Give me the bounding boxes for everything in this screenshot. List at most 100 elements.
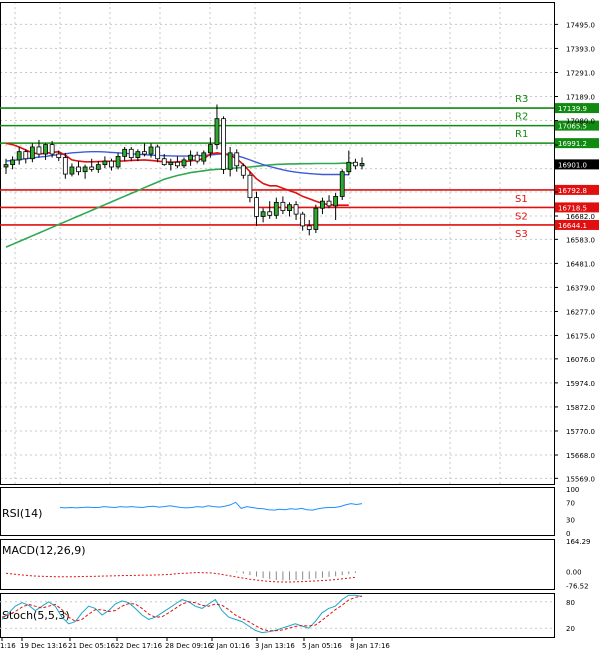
rsi-tick-label: 70 <box>566 499 575 507</box>
candle-body <box>227 152 233 170</box>
candle-body <box>82 166 88 173</box>
grid-layer <box>0 2 554 484</box>
macd-tick-label: -76.52 <box>566 583 589 591</box>
price-tick-label: 16076.0 <box>566 356 595 364</box>
time-tick-label: 5 Jan 05:16 <box>302 642 342 650</box>
candle-body <box>142 151 147 155</box>
candle-body <box>207 144 213 154</box>
stoch-title: Stoch(5,5,3) <box>2 609 70 622</box>
level-price-label: 16718.5 <box>558 204 587 212</box>
candle-body <box>254 197 259 217</box>
candle-body <box>214 118 220 145</box>
candle-body <box>115 155 121 168</box>
candle-body <box>29 146 35 160</box>
candle-body <box>122 148 128 157</box>
panel-frame <box>0 487 555 536</box>
stoch-tick-label: 20 <box>566 625 575 633</box>
price-tick-label: 17291.0 <box>566 69 595 77</box>
level-price-label: 16991.2 <box>558 140 587 148</box>
rsi-line <box>59 501 363 511</box>
candle-body <box>155 146 161 160</box>
time-tick-label: 8 Jan 17:16 <box>350 642 390 650</box>
candle-body <box>43 144 48 155</box>
candle-body <box>221 118 226 170</box>
candle-body <box>148 146 154 155</box>
candle-body <box>194 154 200 162</box>
moving-average-green <box>5 162 356 248</box>
candle-body <box>320 200 325 209</box>
level-name-s1: S1 <box>515 194 528 205</box>
price-tick-label: 15668.0 <box>566 452 595 460</box>
candle-body <box>346 161 352 173</box>
candle-body <box>181 159 187 167</box>
level-name-s3: S3 <box>515 229 528 240</box>
candle-body <box>280 201 286 211</box>
candle-body <box>95 164 101 170</box>
candle-body <box>76 166 81 173</box>
candle-body <box>3 164 9 168</box>
candle-body <box>175 161 180 167</box>
rsi-tick-label: 30 <box>566 517 575 525</box>
time-tick-label: 22 Dec 17:16 <box>115 642 163 650</box>
candle-body <box>313 207 319 230</box>
price-tick-label: 16277.0 <box>566 308 595 316</box>
level-name-s2: S2 <box>515 211 528 222</box>
candle-body <box>333 196 339 207</box>
price-tick-label: 17393.0 <box>566 45 595 53</box>
candle-body <box>353 161 358 167</box>
candle-body <box>49 144 55 155</box>
level-price-label: 16644.1 <box>558 222 587 230</box>
rsi-tick-label: 0 <box>566 530 570 538</box>
time-tick-label: 19 Dec 13:16 <box>20 642 68 650</box>
candle-body <box>102 160 108 166</box>
candle-body <box>89 166 95 170</box>
candle-body <box>161 158 167 166</box>
candle-body <box>135 151 141 158</box>
price-tick-label: 16481.0 <box>566 260 595 268</box>
candle-body <box>260 211 266 217</box>
time-tick-label: 2 Jan 01:16 <box>210 642 250 650</box>
level-price-label: 16792.8 <box>558 187 587 195</box>
current-price-label: 16901.0 <box>558 161 587 169</box>
rsi-panel: RSI(14) 100 70 30 0 <box>2 486 579 538</box>
price-tick-label: 17189.0 <box>566 94 595 102</box>
candle-body <box>69 166 75 175</box>
candle-body <box>10 159 15 166</box>
macd-panel: MACD(12,26,9) 164.29 0.00 -76.52 <box>2 538 591 591</box>
candle-body <box>16 151 22 161</box>
price-tick-label: 15770.0 <box>566 428 595 436</box>
macd-tick-label: 0.00 <box>566 568 582 576</box>
moving-average-red <box>5 142 349 206</box>
rsi-tick-label: 100 <box>566 486 579 494</box>
price-tick-label: 16379.0 <box>566 284 595 292</box>
price-tick-label: 15872.0 <box>566 404 595 412</box>
candle-body <box>234 152 240 167</box>
price-tick-label: 15569.0 <box>566 475 595 483</box>
candle-body <box>359 163 365 167</box>
candle-body <box>56 153 62 158</box>
chart-window: R3 17139.9 R2 17065.5 R1 16991.2 S1 16792.8 S2 16… <box>0 0 600 653</box>
candle-body <box>247 174 253 199</box>
level-name-r1: R1 <box>515 129 528 140</box>
level-name-r2: R2 <box>515 112 528 123</box>
stoch-panel: Stoch(5,5,3) 80 20 <box>0 594 575 633</box>
price-tick-label: 16175.0 <box>566 333 595 341</box>
candle-body <box>339 171 345 197</box>
candle-body <box>62 157 68 175</box>
price-tick-label: 17080.0 <box>566 118 595 126</box>
time-axis: 1:16 19 Dec 13:16 21 Dec 05:16 22 Dec 17:16… <box>0 637 390 650</box>
time-tick-label: 21 Dec 05:16 <box>68 642 116 650</box>
price-tick-label: 16583.0 <box>566 236 595 244</box>
candle-body <box>23 151 29 160</box>
panel-frame <box>0 2 555 485</box>
time-tick-label: 28 Dec 09:16 <box>165 642 213 650</box>
chart-canvas: R317139.9R217065.5R116991.2S116792.8S216… <box>0 2 599 650</box>
panel-frames <box>0 2 555 638</box>
price-tick-label: 16682.0 <box>566 213 595 221</box>
candle-body <box>201 152 207 162</box>
candle-body <box>109 160 114 168</box>
candle-body <box>273 201 279 216</box>
candle-body <box>240 165 246 176</box>
level-name-r3: R3 <box>515 94 528 105</box>
price-tick-label: 17495.0 <box>566 21 595 29</box>
